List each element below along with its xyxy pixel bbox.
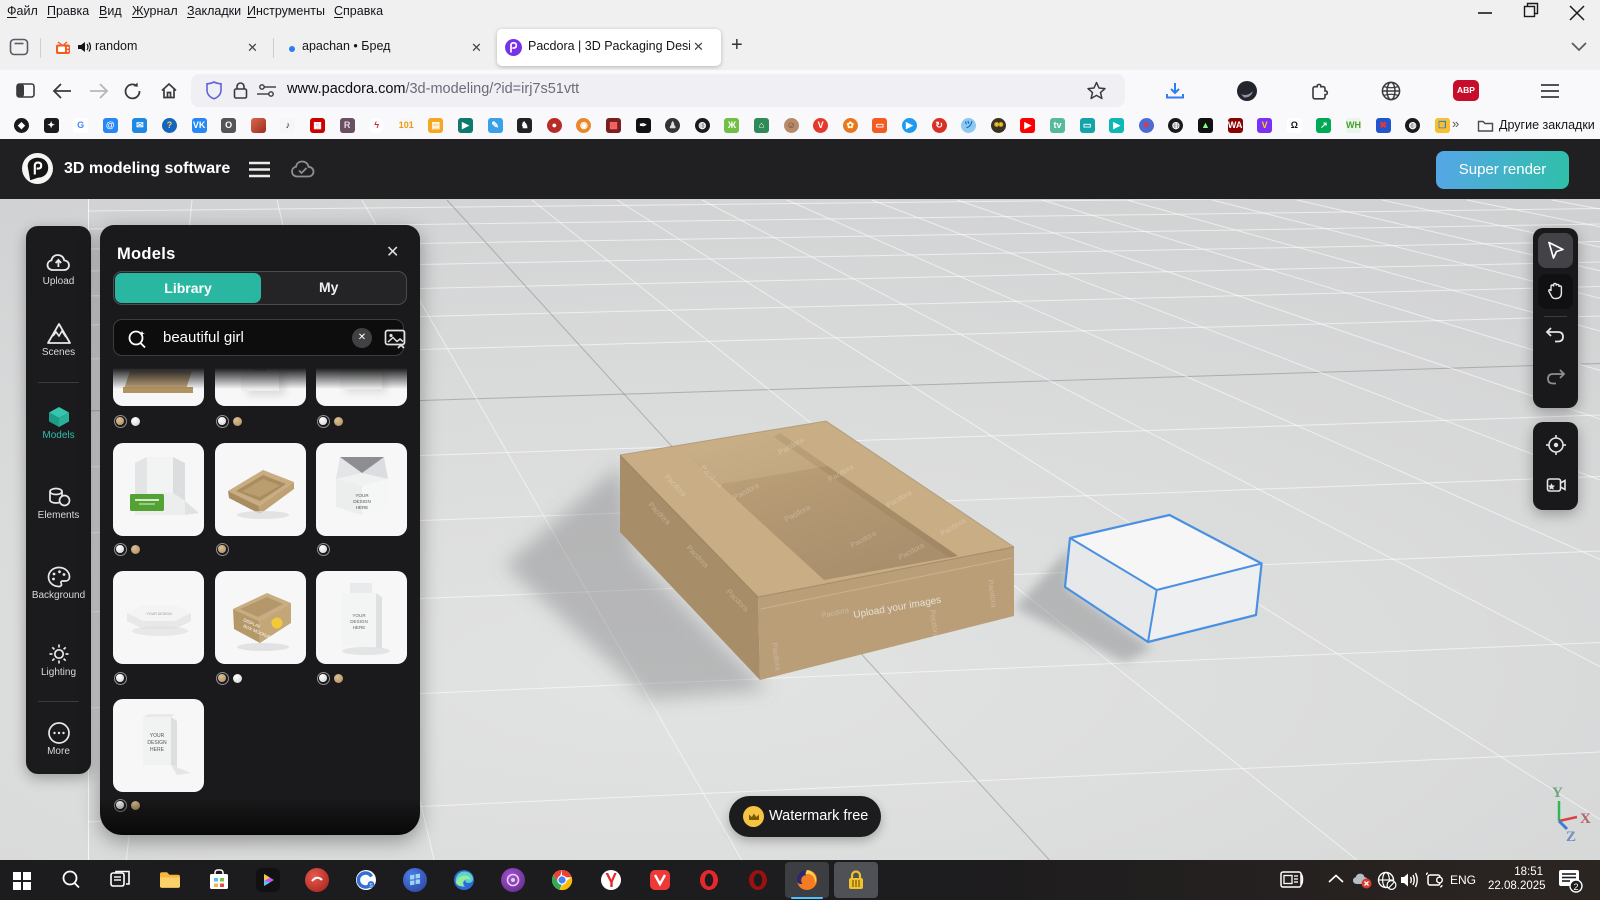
svg-text:YOUR DESIGN: YOUR DESIGN: [146, 612, 172, 616]
svg-text:DESIGN: DESIGN: [350, 619, 368, 624]
svg-text:2: 2: [1573, 882, 1578, 892]
svg-text:DESIGN: DESIGN: [353, 499, 371, 504]
svg-text:DESIGN: DESIGN: [147, 740, 167, 746]
svg-text:YOUR: YOUR: [355, 493, 369, 498]
svg-text:YOUR: YOUR: [150, 733, 165, 739]
svg-text:Y: Y: [1552, 785, 1563, 801]
svg-text:HERE: HERE: [356, 505, 369, 510]
svg-text:YOUR: YOUR: [352, 613, 366, 618]
svg-text:HERE: HERE: [150, 747, 165, 753]
svg-text:HERE: HERE: [353, 625, 366, 630]
svg-text:Z: Z: [1566, 829, 1576, 845]
svg-text:X: X: [1580, 811, 1591, 827]
